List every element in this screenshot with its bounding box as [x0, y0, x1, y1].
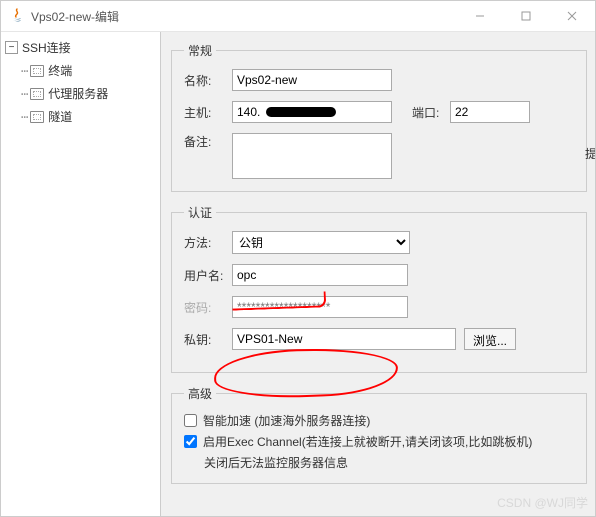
group-general: 常规 名称: 主机: 端口: 备注: [171, 42, 587, 192]
label-user: 用户名: [184, 267, 232, 284]
smart-accel-checkbox[interactable] [184, 414, 197, 427]
close-button[interactable] [549, 1, 595, 31]
tree-node-ssh[interactable]: − SSH连接 [1, 36, 160, 59]
label-name: 名称: [184, 72, 232, 89]
group-advanced: 高级 智能加速 (加速海外服务器连接) 启用Exec Channel(若连接上就… [171, 385, 587, 484]
exec-channel-hint: 关闭后无法监控服务器信息 [204, 454, 576, 471]
tree-node-terminal[interactable]: ⋯ 终端 [1, 59, 160, 82]
tree-label: 终端 [48, 62, 72, 79]
key-input[interactable] [232, 328, 456, 350]
sidebar-tree: − SSH连接 ⋯ 终端 ⋯ 代理服务器 ⋯ 隧道 [1, 32, 161, 516]
browse-button[interactable]: 浏览... [464, 328, 516, 350]
user-input[interactable] [232, 264, 408, 286]
tree-label: SSH连接 [22, 39, 71, 56]
name-input[interactable] [232, 69, 392, 91]
redacted-host [266, 107, 336, 117]
tree-label: 代理服务器 [48, 85, 108, 102]
group-auth: 认证 方法: 公钥 用户名: 密码: 私钥: [171, 204, 587, 373]
minimize-button[interactable] [457, 1, 503, 31]
maximize-button[interactable] [503, 1, 549, 31]
window-title: Vps02-new-编辑 [31, 8, 457, 25]
exec-channel-label: 启用Exec Channel(若连接上就被断开,请关闭该项,比如跳板机) [203, 433, 532, 450]
tree-node-tunnel[interactable]: ⋯ 隧道 [1, 105, 160, 128]
label-method: 方法: [184, 234, 232, 251]
password-input [232, 296, 408, 318]
legend-advanced: 高级 [184, 385, 216, 402]
method-select[interactable]: 公钥 [232, 231, 410, 254]
collapse-icon[interactable]: − [5, 41, 18, 54]
java-app-icon [9, 8, 25, 24]
smart-accel-label: 智能加速 (加速海外服务器连接) [203, 412, 370, 429]
page-icon [30, 88, 44, 100]
page-icon [30, 65, 44, 77]
tree-node-proxy[interactable]: ⋯ 代理服务器 [1, 82, 160, 105]
page-icon [30, 111, 44, 123]
tree-label: 隧道 [48, 108, 72, 125]
notes-input[interactable] [232, 133, 392, 179]
cropped-text: 提 [585, 145, 595, 162]
legend-general: 常规 [184, 42, 216, 59]
label-host: 主机: [184, 104, 232, 121]
port-input[interactable] [450, 101, 530, 123]
label-port: 端口: [412, 104, 450, 121]
legend-auth: 认证 [184, 204, 216, 221]
label-key: 私钥: [184, 331, 232, 348]
label-notes: 备注: [184, 133, 232, 150]
label-password: 密码: [184, 299, 232, 316]
exec-channel-checkbox[interactable] [184, 435, 197, 448]
